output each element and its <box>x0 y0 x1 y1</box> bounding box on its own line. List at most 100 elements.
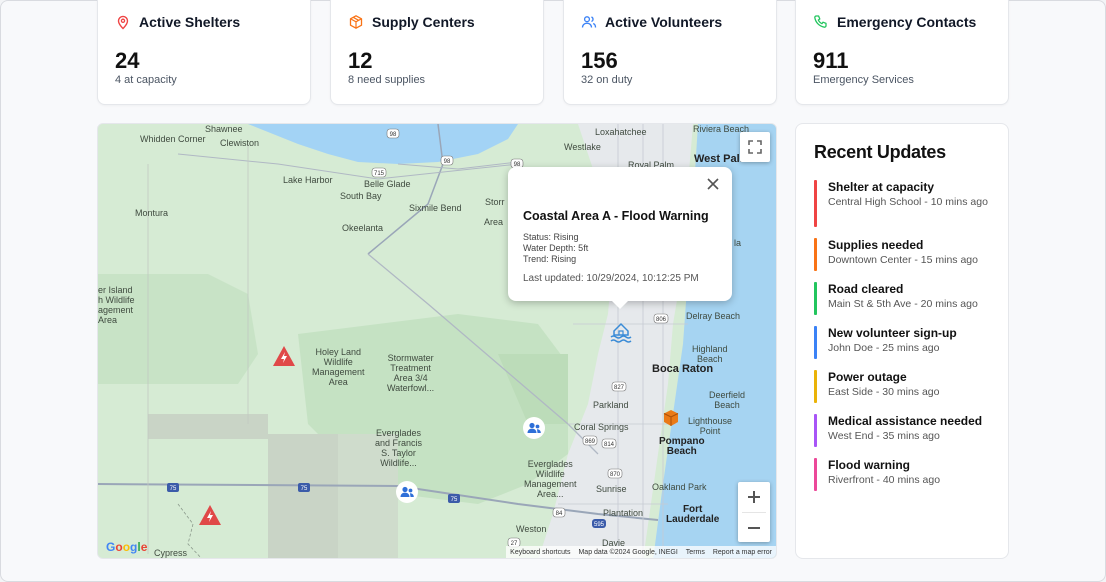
map-label: Boca Raton <box>652 363 714 375</box>
volunteers-icon <box>523 417 545 439</box>
stat-card-active-shelters: Active Shelters 24 4 at capacity <box>97 0 311 105</box>
update-title: Medical assistance needed <box>828 414 983 428</box>
stat-value: 12 <box>348 48 373 73</box>
stat-value: 24 <box>115 48 140 73</box>
update-item[interactable]: Flood warning Riverfront - 40 mins ago <box>814 458 990 491</box>
popup-water-depth: Water Depth: 5ft <box>523 243 589 253</box>
map-label: Stormwater Treatment Area 3/4 Waterfowl.… <box>387 353 435 393</box>
svg-text:75: 75 <box>451 497 458 503</box>
svg-text:814: 814 <box>604 442 615 448</box>
fullscreen-button[interactable] <box>740 132 770 162</box>
map-label: Everglades and Francis S. Taylor Wildlif… <box>375 428 423 468</box>
warning-bolt-icon <box>199 505 221 525</box>
stat-card-emergency-contacts: Emergency Contacts 911 Emergency Service… <box>795 0 1009 105</box>
map-label: Everglades Wildlife Management Area... <box>524 459 577 499</box>
recent-updates-panel: Recent Updates Shelter at capacity Centr… <box>795 123 1009 559</box>
stat-title: Supply Centers <box>372 14 475 30</box>
popup-trend: Trend: Rising <box>523 254 577 264</box>
map-label: Clewiston <box>220 138 260 148</box>
update-title: Power outage <box>828 370 907 384</box>
dashboard-frame: Active Shelters 24 4 at capacity Supply … <box>0 0 1106 582</box>
map-data-text: Map data ©2024 Google, INEGI <box>578 548 678 556</box>
fullscreen-icon <box>748 140 762 154</box>
svg-text:806: 806 <box>656 317 667 323</box>
svg-text:869: 869 <box>585 439 596 445</box>
stat-card-supply-centers: Supply Centers 12 8 need supplies <box>330 0 544 105</box>
minus-icon <box>748 527 760 529</box>
map-label: Storr <box>485 197 505 207</box>
svg-text:98: 98 <box>444 159 451 165</box>
update-subtext: Downtown Center - 15 mins ago <box>828 254 978 266</box>
svg-text:75: 75 <box>170 486 177 492</box>
users-icon <box>581 14 597 30</box>
map-label: Sixmile Bend <box>409 203 462 213</box>
zoom-in-button[interactable] <box>738 482 770 512</box>
update-title: Supplies needed <box>828 238 924 252</box>
volunteer-marker[interactable] <box>523 417 545 444</box>
stat-subtext: Emergency Services <box>813 74 914 86</box>
stat-subtext: 32 on duty <box>581 74 633 86</box>
update-item[interactable]: Supplies needed Downtown Center - 15 min… <box>814 238 990 271</box>
supply-center-marker[interactable] <box>661 408 681 433</box>
stat-title: Active Volunteers <box>605 14 723 30</box>
update-item[interactable]: Medical assistance needed West End - 35 … <box>814 414 990 447</box>
report-error-link[interactable]: Report a map error <box>713 549 772 556</box>
stat-title: Emergency Contacts <box>837 14 977 30</box>
svg-text:827: 827 <box>614 385 625 391</box>
stat-card-active-volunteers: Active Volunteers 156 32 on duty <box>563 0 777 105</box>
popup-title: Coastal Area A - Flood Warning <box>523 209 709 223</box>
update-subtext: East Side - 30 mins ago <box>828 386 940 398</box>
power-outage-marker[interactable] <box>272 345 296 372</box>
update-title: Flood warning <box>828 458 910 472</box>
package-icon <box>348 14 364 30</box>
update-item[interactable]: Power outage East Side - 30 mins ago <box>814 370 990 403</box>
phone-icon <box>813 14 829 30</box>
plus-icon <box>748 491 760 503</box>
map-attribution: Keyboard shortcuts Map data ©2024 Google… <box>506 546 776 558</box>
map-label: Cypress <box>154 548 188 558</box>
map-label: Whidden Corner <box>140 134 206 144</box>
power-outage-marker[interactable] <box>198 504 222 531</box>
map-label: Pompano Beach <box>659 436 705 457</box>
map-label: Holey Land Wildlife Management Area <box>312 347 365 387</box>
google-logo: Google <box>106 540 148 554</box>
map-label: Oakland Park <box>652 482 707 492</box>
map-label: Loxahatchee <box>595 127 647 137</box>
update-title: Shelter at capacity <box>828 180 935 194</box>
map-view[interactable]: 98 715 98 98 806 827 869 814 870 84 595 … <box>97 123 777 559</box>
flood-icon <box>610 322 632 343</box>
update-title: Road cleared <box>828 282 904 296</box>
volunteer-marker[interactable] <box>396 481 418 508</box>
volunteers-icon <box>396 481 418 503</box>
map-label: Lighthouse Point <box>688 416 733 436</box>
update-title: New volunteer sign-up <box>828 326 957 340</box>
popup-last-updated: Last updated: 10/29/2024, 10:12:25 PM <box>523 273 699 284</box>
map-label: Sunrise <box>596 484 627 494</box>
map-label: Highland Beach <box>692 344 728 364</box>
update-subtext: West End - 35 mins ago <box>828 430 940 442</box>
close-icon[interactable] <box>706 177 720 191</box>
stat-value: 911 <box>813 48 849 73</box>
update-item[interactable]: Shelter at capacity Central High School … <box>814 180 990 227</box>
flood-warning-marker[interactable] <box>609 320 633 349</box>
update-subtext: Main St & 5th Ave - 20 mins ago <box>828 298 978 310</box>
map-pin-icon <box>115 14 131 30</box>
zoom-controls <box>738 482 770 542</box>
keyboard-shortcuts-link[interactable]: Keyboard shortcuts <box>510 549 570 556</box>
terms-link[interactable]: Terms <box>686 549 705 556</box>
package-icon <box>663 410 679 426</box>
update-item[interactable]: New volunteer sign-up John Doe - 25 mins… <box>814 326 990 359</box>
map-label: Coral Springs <box>574 422 629 432</box>
update-subtext: John Doe - 25 mins ago <box>828 342 940 354</box>
svg-text:75: 75 <box>301 486 308 492</box>
map-label: Plantation <box>603 508 644 518</box>
map-label: Deerfield Beach <box>709 390 746 410</box>
map-label: South Bay <box>340 191 382 201</box>
stat-value: 156 <box>581 48 618 73</box>
recent-updates-title: Recent Updates <box>814 142 946 162</box>
update-item[interactable]: Road cleared Main St & 5th Ave - 20 mins… <box>814 282 990 315</box>
map-label: Belle Glade <box>364 179 411 189</box>
map-label: er Island h Wildlife agement Area <box>98 285 135 325</box>
zoom-out-button[interactable] <box>738 513 770 543</box>
warning-bolt-icon <box>273 346 295 366</box>
